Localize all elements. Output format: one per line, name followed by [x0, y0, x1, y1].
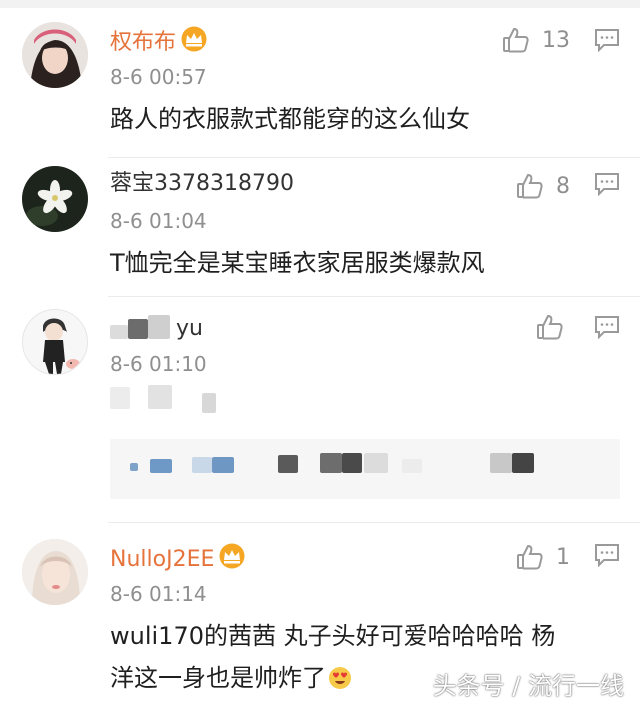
heart-eyes-emoji — [328, 661, 352, 703]
username-text[interactable]: 蓉宝3378318790 — [110, 171, 294, 196]
like-count: 1 — [556, 544, 570, 570]
like-count: 13 — [542, 27, 570, 53]
timestamp: 8-6 01:10 — [110, 352, 207, 376]
pixelated-card-content — [342, 453, 362, 473]
like-button[interactable] — [536, 313, 564, 341]
pixelated-card-content — [364, 453, 388, 473]
vip-crown-icon — [218, 543, 246, 577]
pixelated-card-content — [320, 453, 342, 473]
pixelated-username — [148, 315, 170, 339]
pixelated-card-content — [402, 459, 422, 473]
pixelated-username — [128, 319, 148, 339]
timestamp: 8-6 00:57 — [110, 65, 207, 89]
username[interactable]: 权布布 — [110, 26, 208, 60]
reply-icon[interactable] — [594, 543, 620, 571]
avatar[interactable] — [22, 309, 88, 375]
avatar[interactable] — [22, 539, 88, 605]
pixelated-card-content — [278, 455, 298, 473]
thumbs-up-icon — [536, 313, 564, 341]
thumbs-up-icon — [516, 172, 544, 200]
username-text[interactable]: NulloJ2EE — [110, 547, 214, 572]
like-button[interactable]: 13 — [502, 26, 570, 54]
reply-icon[interactable] — [594, 28, 620, 56]
timestamp: 8-6 01:14 — [110, 582, 207, 606]
pixelated-card-content — [150, 459, 172, 473]
timestamp: 8-6 01:04 — [110, 209, 207, 233]
username[interactable]: NulloJ2EE — [110, 543, 246, 577]
pixelated-card-content — [192, 457, 212, 473]
like-button[interactable]: 8 — [516, 172, 570, 200]
watermark: 头条号 / 流行一线 — [432, 672, 624, 700]
reply-icon[interactable] — [594, 315, 620, 343]
pixelated-text — [110, 387, 130, 409]
vip-crown-icon — [180, 26, 208, 60]
username-text[interactable]: yu — [176, 316, 203, 341]
username[interactable]: 蓉宝3378318790 — [110, 170, 294, 198]
comment-text: 路人的衣服款式都能穿的这么仙女 — [110, 105, 470, 133]
pixelated-card-content — [130, 463, 138, 471]
comment-text: T恤完全是某宝睡衣家居服类爆款风 — [110, 249, 485, 277]
avatar[interactable] — [22, 22, 88, 88]
comment-item: yu 8-6 01:10 — [0, 297, 640, 522]
comment-item: 权布布 13 8-6 00:57 路人的衣服款式都能穿的这么仙女 — [0, 0, 640, 158]
username-text[interactable]: 权布布 — [110, 30, 176, 55]
comment-item: 蓉宝3378318790 8 8-6 01:04 T恤完全是某宝睡衣家居服类爆款… — [0, 158, 640, 296]
thumbs-up-icon — [502, 26, 530, 54]
pixelated-card-content — [512, 453, 534, 473]
username[interactable]: yu — [176, 315, 203, 343]
pixelated-username — [110, 325, 128, 339]
like-count: 8 — [556, 173, 570, 199]
comment-text-line: wuli170的茜茜 丸子头好可爱哈哈哈哈 杨 — [110, 622, 556, 650]
pixelated-text — [148, 385, 172, 409]
pixelated-text — [202, 393, 216, 413]
comment-text-line: 洋这一身也是帅炸了 — [110, 664, 326, 692]
pixelated-card-content — [490, 453, 512, 473]
like-button[interactable]: 1 — [516, 543, 570, 571]
pixelated-card-content — [212, 457, 234, 473]
thumbs-up-icon — [516, 543, 544, 571]
avatar[interactable] — [22, 166, 88, 232]
reply-icon[interactable] — [594, 172, 620, 200]
